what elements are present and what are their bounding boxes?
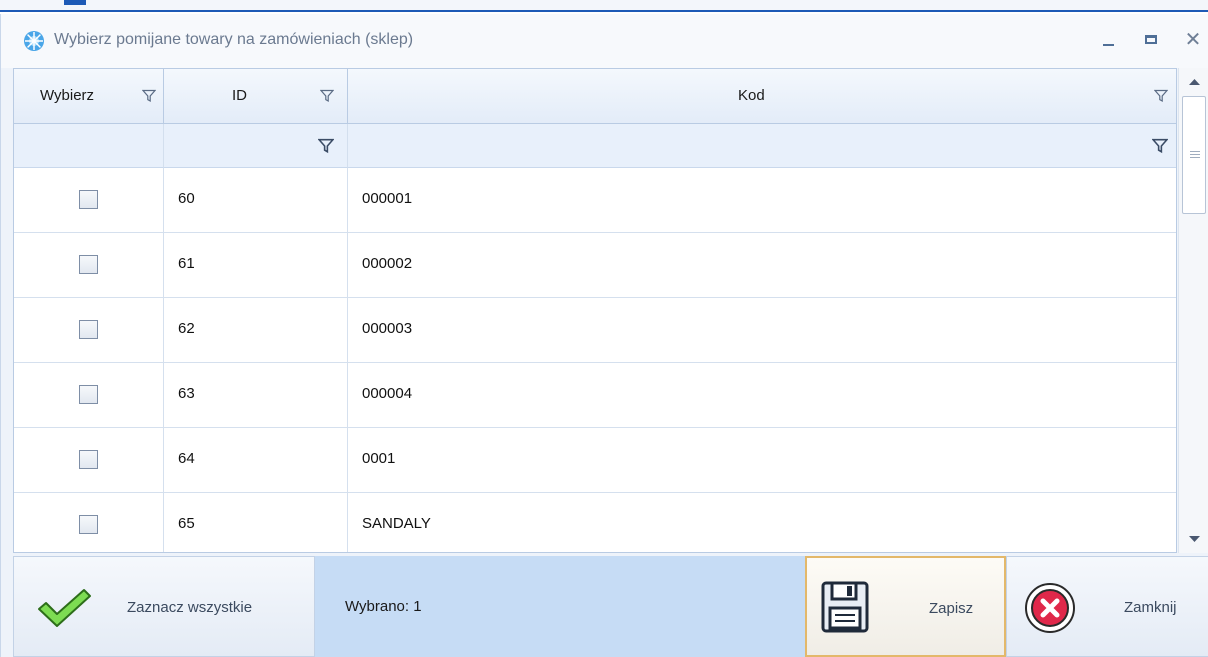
close-button[interactable]: Zamknij [1006,556,1208,657]
minimize-icon[interactable] [1095,26,1121,52]
select-all-label: Zaznacz wszystkie [127,599,253,616]
row-kod: 000004 [362,385,413,402]
row-id: 61 [178,255,195,272]
table-row[interactable]: 60 000001 [14,168,1176,233]
close-circle-icon [1025,583,1075,633]
filter-icon[interactable] [320,89,334,103]
row-checkbox[interactable] [79,385,98,404]
filter-cell-kod[interactable] [348,124,1176,168]
scroll-down-icon[interactable] [1179,526,1208,553]
table-row[interactable]: 63 000004 [14,363,1176,428]
table-row[interactable]: 61 000002 [14,233,1176,298]
checkmark-icon [38,589,91,627]
row-kod: 000002 [362,255,413,272]
save-label: Zapisz [929,600,974,617]
filter-cell-id[interactable] [164,124,348,168]
filter-icon[interactable] [1154,89,1168,103]
parent-tab-indicator [64,0,86,5]
column-header-wybierz[interactable]: Wybierz [14,69,164,124]
column-label-id: ID [232,87,247,104]
footer-toolbar: Zaznacz wszystkie Wybrano: 1 Zapisz Zamk [13,556,1208,657]
filter-icon[interactable] [1152,138,1168,154]
row-id: 64 [178,450,195,467]
close-label: Zamknij [1124,599,1177,616]
table-row[interactable]: 65 SANDALY [14,493,1176,552]
row-checkbox[interactable] [79,515,98,534]
row-checkbox[interactable] [79,255,98,274]
row-kod: 000001 [362,190,413,207]
floppy-disk-icon [821,581,869,633]
scrollbar-thumb[interactable] [1182,96,1206,214]
dialog-window: Wybierz pomijane towary na zamówieniach … [0,14,1208,657]
items-grid: Wybierz ID Kod 60 000001 61 000002 62 00… [13,68,1177,553]
save-button[interactable]: Zapisz [805,556,1006,657]
scroll-up-icon[interactable] [1179,68,1208,96]
snowflake-app-icon [24,31,44,51]
row-checkbox[interactable] [79,320,98,339]
filter-icon[interactable] [142,89,156,103]
selection-count: Wybrano: 1 [345,598,422,615]
filter-cell-wybierz [14,124,164,168]
row-checkbox[interactable] [79,450,98,469]
column-header-id[interactable]: ID [164,69,348,124]
column-label-kod: Kod [738,87,765,104]
filter-icon[interactable] [318,138,334,154]
column-label-wybierz: Wybierz [40,87,95,104]
row-kod: SANDALY [362,515,431,532]
row-checkbox[interactable] [79,190,98,209]
vertical-scrollbar[interactable] [1178,68,1208,553]
row-id: 65 [178,515,195,532]
column-header-kod[interactable]: Kod [348,69,1176,124]
row-id: 62 [178,320,195,337]
row-id: 60 [178,190,195,207]
select-all-button[interactable]: Zaznacz wszystkie [13,556,315,657]
close-icon[interactable]: ✕ [1180,26,1206,52]
window-title: Wybierz pomijane towary na zamówieniach … [54,31,414,48]
table-row[interactable]: 62 000003 [14,298,1176,363]
table-row[interactable]: 64 0001 [14,428,1176,493]
row-id: 63 [178,385,195,402]
selection-status: Wybrano: 1 [315,556,805,657]
title-bar[interactable]: Wybierz pomijane towary na zamówieniach … [1,14,1208,68]
row-kod: 000003 [362,320,413,337]
row-kod: 0001 [362,450,396,467]
parent-window-edge [0,0,1208,12]
maximize-icon[interactable] [1138,26,1164,52]
